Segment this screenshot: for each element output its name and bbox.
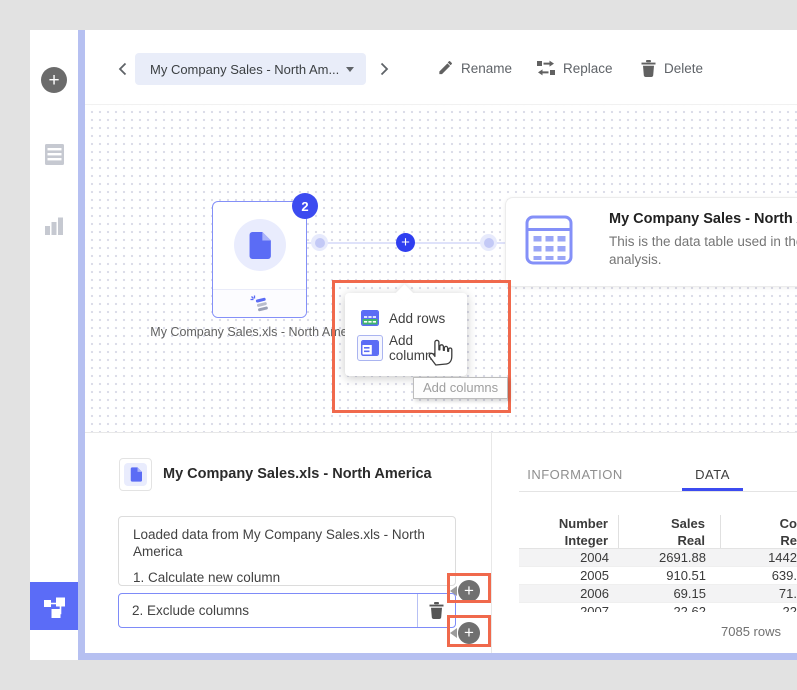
details-title: My Company Sales.xls - North America [163,466,432,482]
step-2-label: 2. Exclude columns [119,603,417,618]
history-card[interactable]: Loaded data from My Company Sales.xls - … [118,516,456,586]
cell: 71. [721,585,797,602]
panel-accent-bottom [85,653,797,660]
table-selector-dropdown[interactable]: My Company Sales - North Am... [135,53,366,85]
insert-pointer-icon [450,628,457,638]
data-preview-table: Number Sales Co Integer Real Re 2004 269… [519,515,797,612]
cell: 2004 [519,549,619,566]
previous-table-button[interactable] [115,61,131,77]
menu-item-label: Add rows [389,311,445,326]
cell: 69.15 [619,585,721,602]
source-file-node[interactable] [212,201,307,318]
step-card-exclude-columns[interactable]: 2. Exclude columns [118,593,456,628]
rename-button[interactable]: Rename [437,60,512,76]
cell: 2007 [519,603,619,612]
data-canvas-window: My Company Sales - North Am... Rename Re… [85,30,797,653]
file-icon [130,467,142,482]
cell: 2006 [519,585,619,602]
plus-circle-icon: + [41,67,67,93]
add-transformation-button[interactable]: + [396,233,415,252]
table-row: 2004 2691.88 1442 [519,549,797,567]
list-icon [44,143,65,166]
column-type: Integer [519,532,619,548]
add-rows-icon [357,305,383,331]
data-table-icon [525,215,573,265]
file-tile-avatar [124,463,147,486]
table-selector-label: My Company Sales - North Am... [150,62,339,77]
table-row: 2005 910.51 639. [519,567,797,585]
pencil-icon [437,60,453,76]
hand-cursor-icon [426,334,453,367]
replace-label: Replace [563,61,613,76]
data-wrangling-icon [250,295,270,313]
insert-step-button-1[interactable]: + [458,580,480,602]
page: + My Company [0,0,797,690]
sidebar-item-visualizations[interactable] [30,206,78,246]
bar-chart-icon [43,215,65,237]
sidebar-item-pages[interactable] [30,134,78,174]
column-name: Co [721,515,797,532]
node-count-badge: 2 [292,193,318,219]
data-table-description: This is the data table used in the analy… [609,233,797,269]
table-type-row: Integer Real Re [519,532,797,549]
chevron-down-icon [346,67,354,72]
column-type: Real [619,532,721,548]
delete-label: Delete [664,61,703,76]
panel-divider [491,433,492,653]
insert-step-button-2[interactable]: + [458,622,480,644]
column-name: Number [519,515,619,532]
delete-button[interactable]: Delete [641,60,703,77]
cell: 22 [721,603,797,612]
sidebar: + [30,30,78,660]
chevron-left-icon [115,61,131,77]
source-node-avatar [234,219,286,271]
history-step-1: 1. Calculate new column [133,569,441,586]
data-table-title: My Company Sales - North America [609,211,797,227]
cell: 1442 [721,549,797,566]
source-node-label: My Company Sales.xls - North America [139,325,379,339]
file-icon [248,232,271,259]
cell: 2005 [519,567,619,584]
data-table-node[interactable]: My Company Sales - North America This is… [505,197,797,287]
replace-icon [537,60,555,76]
column-name: Sales [619,515,721,532]
panel-accent-left [78,30,85,660]
add-columns-icon [357,335,383,361]
replace-button[interactable]: Replace [537,60,613,76]
tooltip: Add columns [413,377,508,399]
cell: 22.62 [619,603,721,612]
cell: 2691.88 [619,549,721,566]
sidebar-item-data-canvas[interactable] [30,582,78,630]
trash-icon [429,602,444,619]
tab-data[interactable]: DATA [682,467,743,482]
rename-label: Rename [461,61,512,76]
column-type: Re [721,532,797,548]
cell: 639. [721,567,797,584]
row-count-label: 7085 rows [721,624,781,639]
file-tile [119,458,152,491]
delete-step-button[interactable] [417,594,455,627]
menu-caret [395,284,413,302]
graph-canvas[interactable]: 2 My Company Sales.xls - North America + [85,104,797,432]
add-button[interactable]: + [30,60,78,100]
trash-icon [641,60,656,77]
next-table-button[interactable] [376,61,392,77]
table-row: 2007 22.62 22 [519,603,797,612]
tab-information[interactable]: INFORMATION [515,467,635,482]
canvas-toolbar: My Company Sales - North Am... Rename Re… [85,30,797,104]
connector-junction-dot[interactable] [480,234,497,251]
table-header-row: Number Sales Co [519,515,797,532]
chevron-right-icon [376,61,392,77]
menu-item-add-rows[interactable]: Add rows [345,304,467,332]
tab-divider [519,491,797,492]
history-loaded-text: Loaded data from My Company Sales.xls - … [133,526,439,560]
details-panel: My Company Sales.xls - North America Loa… [85,432,797,653]
flow-diagram-icon [41,593,67,619]
insert-pointer-icon [450,586,457,596]
table-row: 2006 69.15 71. [519,585,797,603]
connector-junction-dot[interactable] [311,234,328,251]
source-node-footer [213,289,306,317]
cell: 910.51 [619,567,721,584]
